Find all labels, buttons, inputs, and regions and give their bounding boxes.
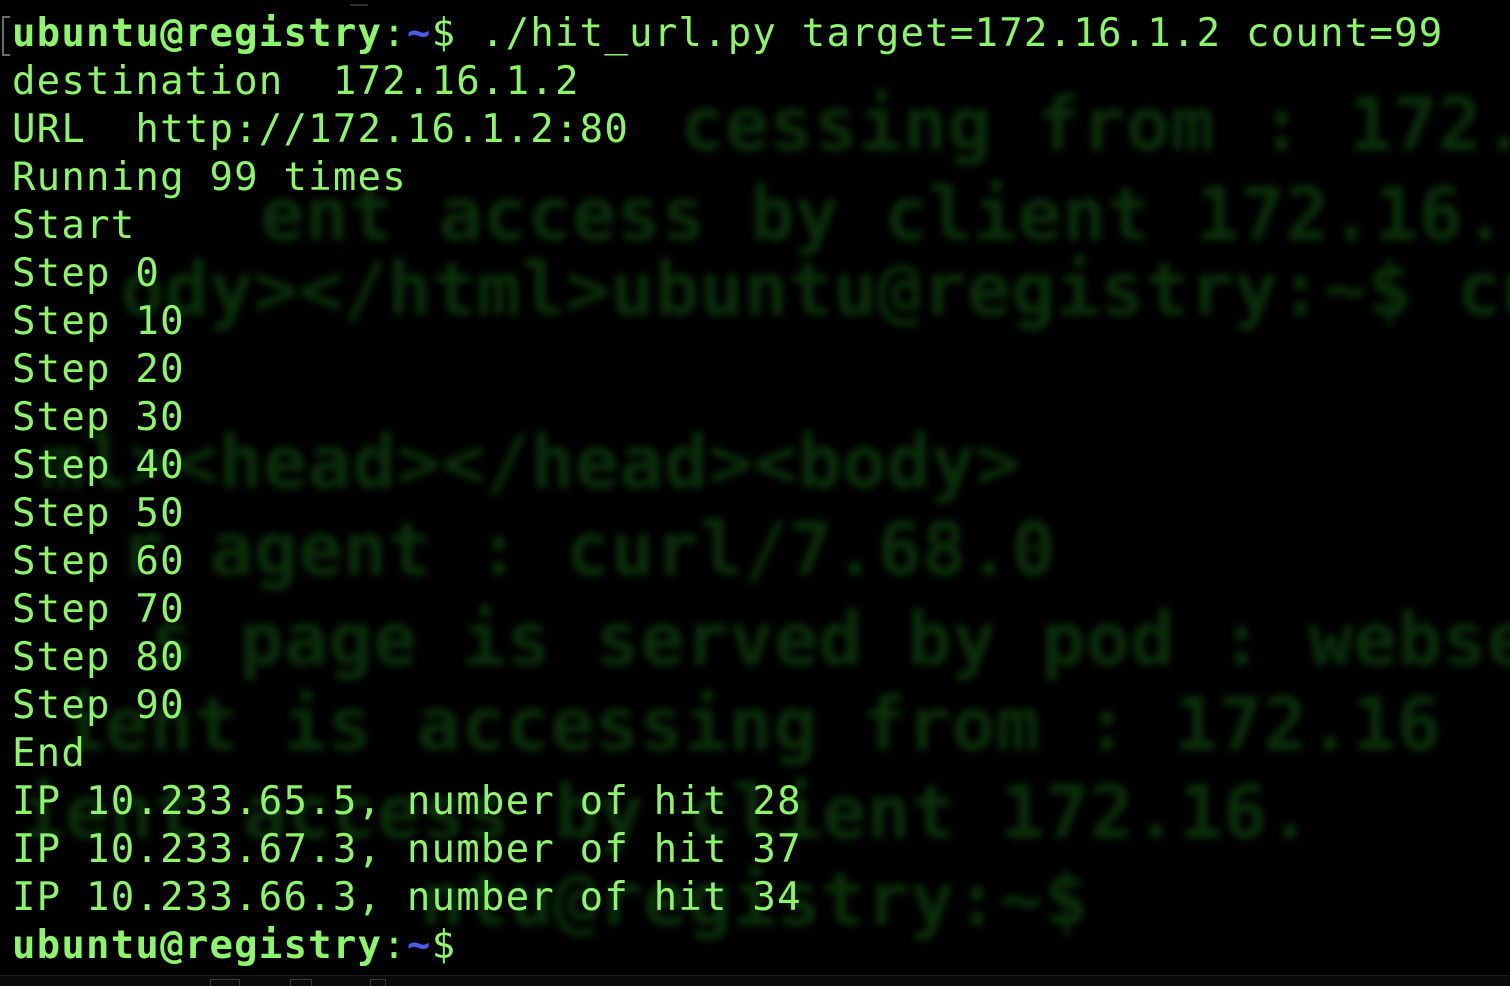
command-line: ubuntu@registry:~$ ./hit_url.py target=1… [12, 10, 1510, 58]
dock-icon[interactable] [210, 979, 240, 986]
output-line: destination 172.16.1.2 [12, 59, 580, 104]
terminal-output: ubuntu@registry:~$ ./hit_url.py target=1… [12, 10, 1510, 970]
output-line: IP 10.233.67.3, number of hit 37 [12, 827, 802, 872]
selection-bracket [2, 16, 10, 56]
prompt-dollar: $ [431, 11, 457, 56]
scrolled-text-fragment [350, 0, 368, 6]
dock-icon[interactable] [290, 979, 312, 986]
output-line: Step 50 [12, 491, 185, 536]
command-text: ./hit_url.py target=172.16.1.2 count=99 [456, 11, 1444, 56]
output-line: Step 20 [12, 347, 185, 392]
output-line: End [12, 731, 87, 776]
terminal-window[interactable]: cessing from : 172.16 ent access by clie… [0, 0, 1510, 986]
output-line: Step 40 [12, 443, 185, 488]
prompt-path: ~ [406, 11, 432, 56]
prompt-separator: : [382, 923, 407, 968]
prompt-user-host: ubuntu@registry [12, 11, 383, 56]
dock-icon[interactable] [370, 979, 386, 986]
output-line: Step 0 [12, 251, 161, 296]
output-line: IP 10.233.66.3, number of hit 34 [12, 875, 802, 920]
prompt-separator: : [382, 11, 407, 56]
output-line: Step 60 [12, 539, 185, 584]
output-line: Step 30 [12, 395, 185, 440]
output-line: Step 70 [12, 587, 185, 632]
output-line: Running 99 times [12, 155, 407, 200]
output-line: Start [12, 203, 136, 248]
output-line: URL http://172.16.1.2:80 [12, 107, 629, 152]
prompt-user-host: ubuntu@registry [12, 923, 383, 968]
output-line: IP 10.233.65.5, number of hit 28 [12, 779, 802, 824]
dock-strip [0, 975, 1510, 986]
final-prompt-line[interactable]: ubuntu@registry:~$ [12, 922, 1510, 970]
prompt-path: ~ [406, 923, 432, 968]
output-line: Step 80 [12, 635, 185, 680]
prompt-dollar: $ [431, 923, 457, 968]
output-line: Step 90 [12, 683, 185, 728]
output-line: Step 10 [12, 299, 185, 344]
